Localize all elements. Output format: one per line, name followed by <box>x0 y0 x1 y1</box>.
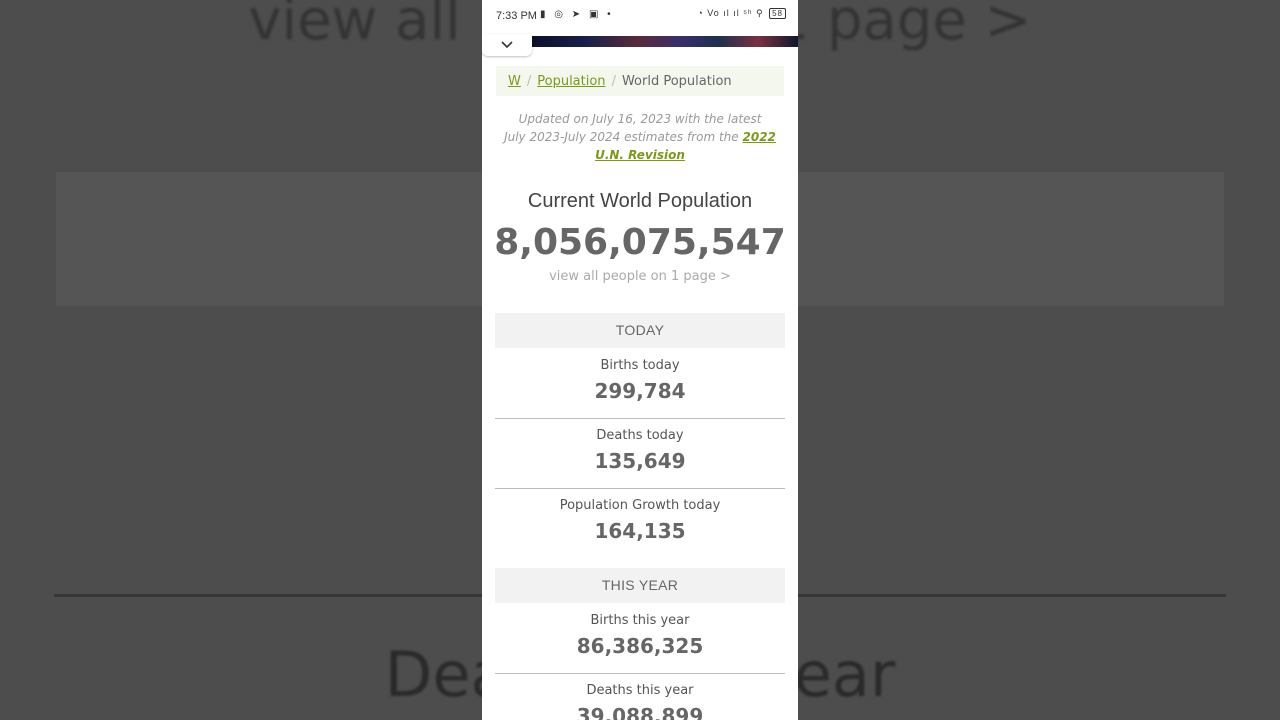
stat-births-today: Births today 299,784 <box>495 348 785 419</box>
stat-value: 299,784 <box>594 379 686 403</box>
update-note: Updated on July 16, 2023 with the latest… <box>496 110 784 164</box>
status-time: 7:33 PM <box>496 10 537 22</box>
chevron-down-icon <box>501 41 513 49</box>
breadcrumb-separator: / <box>526 73 532 89</box>
stat-births-this-year: Births this year 86,386,325 <box>495 603 785 674</box>
breadcrumb-population-link[interactable]: Population <box>537 74 605 89</box>
breadcrumb: W / Population / World Population <box>496 66 784 96</box>
stat-value: 86,386,325 <box>576 634 704 658</box>
battery-icon: 58 <box>769 8 786 19</box>
stat-label: Births today <box>600 358 680 373</box>
section-heading-today: TODAY <box>495 313 785 348</box>
section-heading-this-year: THIS YEAR <box>495 568 785 603</box>
stat-value: 164,135 <box>594 519 686 543</box>
notification-icons: ▮ ◎ ➤ ▣ • <box>540 9 614 20</box>
stat-value: 135,649 <box>594 449 686 473</box>
page-title: Current World Population <box>527 190 753 212</box>
stat-deaths-this-year: Deaths this year 39,088,899 <box>495 673 785 720</box>
stat-deaths-today: Deaths today 135,649 <box>495 418 785 489</box>
phone-screen: 7:33 PM ▮ ◎ ➤ ▣ • ◔ Vo ıl ıl ⁵ʰ ⚲ 58 W /… <box>482 0 798 720</box>
stat-label: Deaths today <box>596 428 684 443</box>
stat-growth-today: Population Growth today 164,135 <box>495 488 785 558</box>
status-bar: 7:33 PM ▮ ◎ ➤ ▣ • ◔ Vo ıl ıl ⁵ʰ ⚲ 58 <box>482 0 798 34</box>
population-counter: 8,056,075,547 <box>494 222 786 263</box>
breadcrumb-home-link[interactable]: W <box>508 74 521 89</box>
stat-label: Population Growth today <box>559 498 721 513</box>
breadcrumb-current: World Population <box>621 73 732 89</box>
signal-icons: ◔ Vo ıl ıl ⁵ʰ ⚲ <box>697 8 764 18</box>
stat-label: Births this year <box>590 613 690 628</box>
stat-value: 39,088,899 <box>576 704 704 720</box>
stat-label: Deaths this year <box>586 683 694 698</box>
update-note-line2: July 2023-July 2024 estimates from the <box>504 130 739 144</box>
collapse-toggle[interactable] <box>482 34 532 56</box>
update-note-line1: Updated on July 16, 2023 with the latest <box>518 112 762 126</box>
system-icons: ◔ Vo ıl ıl ⁵ʰ ⚲ 58 <box>697 8 786 19</box>
header-banner-image <box>532 36 798 47</box>
breadcrumb-separator: / <box>611 73 616 89</box>
view-all-people-link[interactable]: view all people on 1 page > <box>482 269 798 284</box>
